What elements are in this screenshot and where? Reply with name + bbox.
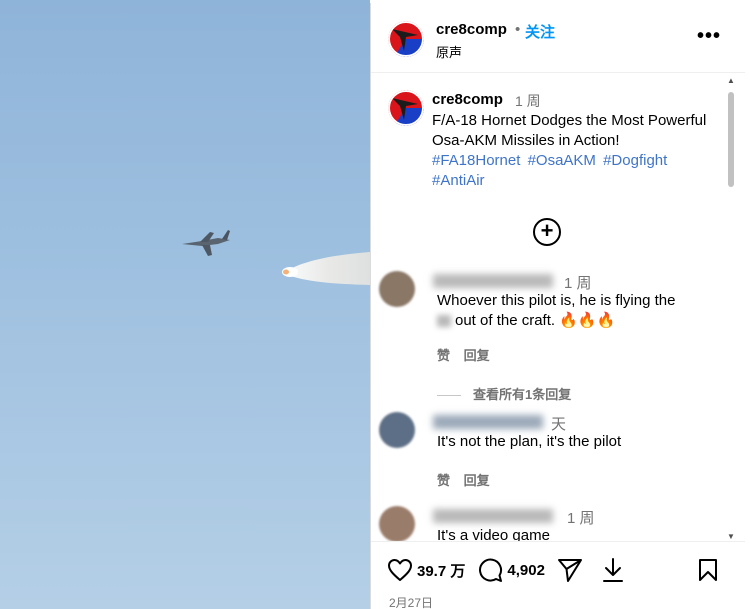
comment-text-line: out of the craft. 🔥🔥🔥 — [455, 312, 616, 329]
comment-reply-button[interactable]: 回复 — [464, 348, 490, 363]
comment-text: It's a video game — [437, 527, 550, 541]
scroll-down-arrow[interactable]: ▼ — [727, 532, 735, 541]
divider-line — [437, 395, 461, 397]
comments-scroll-area[interactable]: cre8comp 1 周 F/A-18 Hornet Dodges the Mo… — [371, 74, 745, 541]
comment-actions: 赞 回复 — [437, 345, 500, 364]
scrollbar[interactable]: ▲ ▼ — [727, 74, 735, 541]
view-replies-label: 查看所有1条回复 — [473, 387, 572, 402]
plus-circle-icon[interactable]: + — [533, 218, 561, 246]
caption-hashtags: #FA18Hornet #OsaAKM #Dogfight #AntiAir — [432, 151, 722, 191]
comment-text-line-wrap: out of the craft. 🔥🔥🔥 — [437, 311, 727, 331]
commenter-username[interactable] — [433, 413, 543, 430]
commenter-avatar[interactable] — [379, 506, 415, 541]
post-date[interactable]: 2月27日 — [389, 594, 433, 609]
hashtag-link[interactable]: #FA18Hornet — [432, 152, 520, 169]
scrollbar-thumb[interactable] — [728, 92, 734, 187]
video-frame — [182, 230, 370, 285]
action-icons: 39.7 万 4,902 — [387, 556, 625, 584]
heart-icon[interactable] — [387, 558, 413, 582]
commenter-avatar[interactable] — [379, 412, 415, 448]
comment-text: Whoever this pilot is, he is flying the … — [437, 291, 727, 331]
follow-button[interactable]: 关注 — [525, 21, 555, 42]
comment-like-button[interactable]: 赞 — [437, 473, 450, 488]
hashtag-link[interactable]: #AntiAir — [432, 172, 485, 189]
more-options-button[interactable]: ••• — [697, 25, 721, 48]
post-panel: cre8comp • 关注 原声 ••• cre8comp 1 周 F/A-18… — [370, 3, 745, 609]
commenter-avatar[interactable] — [379, 271, 415, 307]
comment-time: 1 周 — [564, 275, 592, 292]
commenter-username[interactable] — [433, 507, 553, 524]
audio-label[interactable]: 原声 — [436, 42, 462, 61]
redacted-word — [437, 315, 451, 328]
caption-text: F/A-18 Hornet Dodges the Most Powerful O… — [432, 112, 707, 149]
caption-username[interactable]: cre8comp — [432, 91, 503, 108]
comment-like-button[interactable]: 赞 — [437, 348, 450, 363]
view-replies-button[interactable]: 查看所有1条回复 — [437, 384, 571, 403]
caption-time: 1 周 — [515, 93, 541, 109]
author-avatar[interactable] — [388, 21, 424, 57]
comment-time: 1 周 — [567, 510, 595, 527]
video-player[interactable] — [0, 0, 370, 609]
commenter-username[interactable] — [433, 272, 553, 289]
post-actions-bar: 39.7 万 4,902 2月27日 — [371, 541, 745, 609]
comment-reply-button[interactable]: 回复 — [464, 473, 490, 488]
caption-avatar[interactable] — [388, 90, 424, 126]
hashtag-link[interactable]: #OsaAKM — [528, 152, 596, 169]
comment-time: 天 — [551, 416, 567, 433]
download-icon[interactable] — [601, 557, 625, 583]
bookmark-icon[interactable] — [697, 558, 719, 587]
scroll-up-arrow[interactable]: ▲ — [727, 76, 735, 85]
author-username[interactable]: cre8comp — [436, 21, 507, 38]
post-header: cre8comp • 关注 原声 ••• — [371, 3, 745, 73]
separator-dot: • — [515, 21, 521, 38]
comment-text: It's not the plan, it's the pilot — [437, 433, 622, 450]
comment-count[interactable]: 4,902 — [507, 562, 545, 579]
comment-icon[interactable] — [477, 557, 503, 583]
like-count[interactable]: 39.7 万 — [417, 560, 465, 581]
send-icon[interactable] — [557, 557, 583, 583]
comment-text-line: Whoever this pilot is, he is flying the — [437, 292, 676, 309]
comment-actions: 赞 回复 — [437, 470, 500, 489]
jet-image — [182, 230, 230, 256]
hashtag-link[interactable]: #Dogfight — [603, 152, 667, 169]
